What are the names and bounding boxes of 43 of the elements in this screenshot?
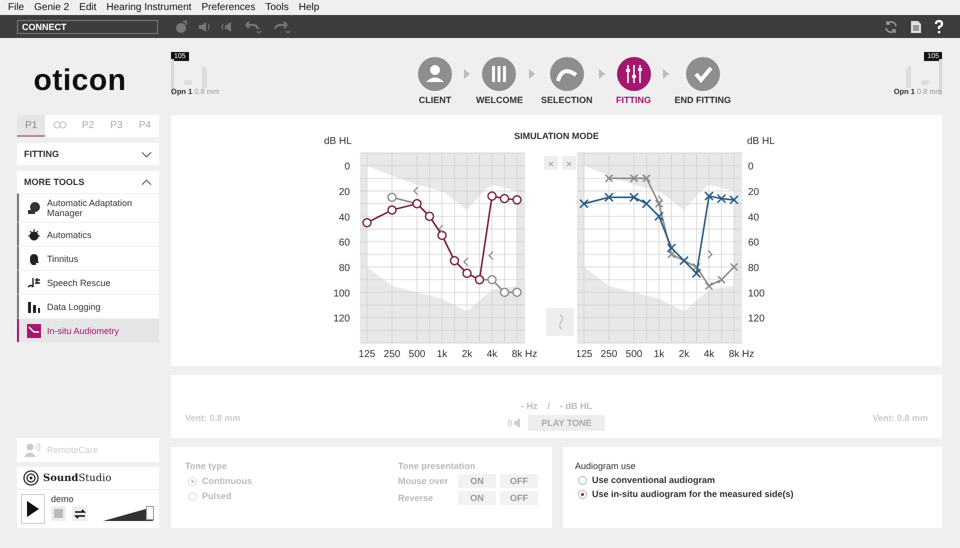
tick-label: 20 <box>338 187 350 198</box>
tick-label: 100 <box>748 288 764 300</box>
tick-label: 500 <box>625 349 642 360</box>
tick-label: 1k <box>436 349 447 360</box>
section-title: Tone presentation <box>398 461 476 471</box>
tick-label: 40 <box>338 212 350 224</box>
level-readout: - dB HL <box>560 401 592 411</box>
frequency-readout: - Hz <box>520 401 538 411</box>
tick-label: 40 <box>748 212 759 224</box>
tick-label: 4k <box>486 349 497 360</box>
logo: oticon <box>32 63 128 99</box>
tick-label: 250 <box>600 349 617 360</box>
row-label: Mouse over <box>398 476 450 486</box>
section-title: Audiogram use <box>575 461 637 471</box>
axis-label: Hz <box>742 349 754 360</box>
tick-label: 80 <box>748 263 759 274</box>
row-label: Reverse <box>398 493 434 503</box>
tick-label: 8k <box>728 349 739 360</box>
tick-label: 8k <box>511 349 522 360</box>
tick-label: 60 <box>748 238 759 249</box>
tick-label: 500 <box>408 349 425 360</box>
tick-label: 1k <box>653 349 664 360</box>
tick-label: 125 <box>358 349 375 360</box>
tick-label: 0 <box>748 162 754 173</box>
tick-label: 250 <box>383 349 400 360</box>
tick-label: 2k <box>461 349 472 360</box>
tick-label: 100 <box>332 288 350 300</box>
section-title: Tone type <box>185 461 228 471</box>
tick-label: 20 <box>748 187 759 198</box>
axis-label: Hz <box>524 349 537 360</box>
sound-studio-title: SoundStudio <box>43 472 112 484</box>
chart-title: SIMULATION MODE <box>514 131 599 141</box>
tick-label: 4k <box>703 349 714 360</box>
tick-label: 2k <box>678 349 689 360</box>
axis-label: dB HL <box>324 136 352 147</box>
tick-label: 0 <box>344 162 350 173</box>
tick-label: 120 <box>748 314 764 325</box>
tick-label: 80 <box>338 263 350 274</box>
tick-label: 120 <box>332 314 350 325</box>
tick-label: 60 <box>338 238 350 249</box>
separator: / <box>547 401 550 411</box>
axis-label: dB HL <box>746 136 774 147</box>
track-name: demo <box>51 494 75 504</box>
